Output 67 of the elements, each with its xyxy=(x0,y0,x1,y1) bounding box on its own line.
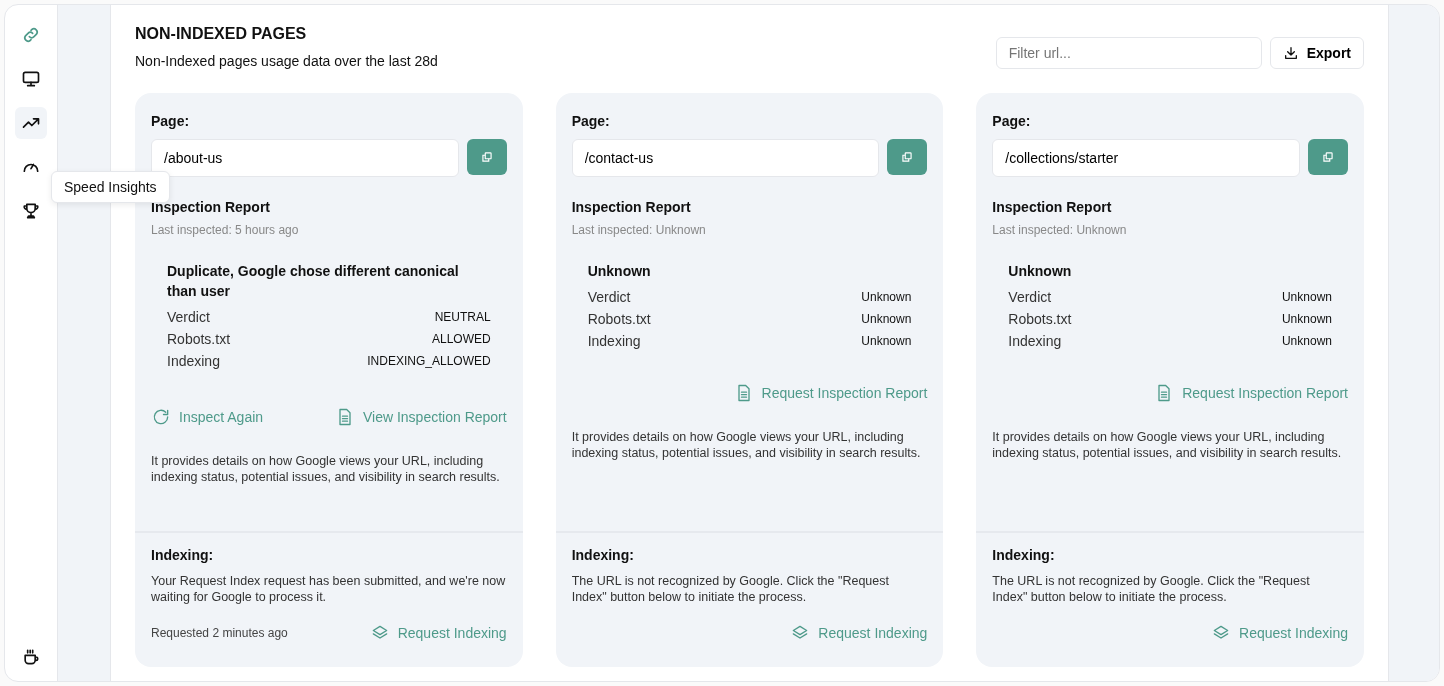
request-indexing-button[interactable]: Request Indexing xyxy=(1211,623,1348,643)
request-indexing-button[interactable]: Request Indexing xyxy=(369,623,507,643)
indexing-text: Your Request Index request has been submitted, and we're now waiting for Google to process it. xyxy=(151,573,507,605)
row-label: Indexing xyxy=(167,353,220,369)
indexing-title: Indexing: xyxy=(151,547,215,563)
refresh-icon xyxy=(151,407,171,427)
action-link[interactable]: Inspect Again xyxy=(151,407,264,427)
page-label: Page: xyxy=(151,113,191,129)
row-value: Unknown xyxy=(1281,312,1332,326)
export-button[interactable]: Export xyxy=(1269,37,1364,69)
description-text: It provides details on how Google views your URL, including indexing status, potential issues, and visibility in search results. xyxy=(571,429,922,461)
status-title: Unknown xyxy=(1008,262,1073,281)
copy-icon xyxy=(900,150,915,164)
last-inspected-text: Last inspected: Unknown xyxy=(992,223,1128,237)
row-label: Verdict xyxy=(1008,289,1052,305)
copy-icon xyxy=(1321,150,1335,164)
requested-time: Requested 2 minutes ago xyxy=(151,626,288,640)
copy-icon xyxy=(479,150,494,164)
indexing-text: The URL is not recognized by Google. Click the "Request Index" button below to initiate the process. xyxy=(571,573,890,605)
copy-button[interactable] xyxy=(887,139,928,175)
row-value: NEUTRAL xyxy=(434,310,491,324)
last-inspected-text: Last inspected: 5 hours ago xyxy=(151,223,300,237)
row-label: Indexing xyxy=(1008,333,1062,349)
url-field[interactable]: /contact-us xyxy=(571,139,880,177)
description-text: It provides details on how Google views your URL, including indexing status, potential issues, and visibility in search results. xyxy=(992,429,1343,461)
row-label: Robots.txt xyxy=(1008,311,1072,327)
row-label: Indexing xyxy=(587,333,641,349)
report-title: Inspection Report xyxy=(992,199,1113,215)
row-value: ALLOWED xyxy=(431,332,491,346)
row-value: Unknown xyxy=(1281,334,1332,348)
trophy-icon xyxy=(21,201,41,221)
action-link[interactable]: Request Inspection Report xyxy=(1154,383,1348,403)
action-link[interactable]: View Inspection Report xyxy=(334,407,507,427)
copy-button[interactable] xyxy=(1308,139,1348,175)
indexing-text: The URL is not recognized by Google. Click the "Request Index" button below to initiate the process. xyxy=(992,573,1311,605)
row-value: Unknown xyxy=(1281,290,1332,304)
monitor-icon xyxy=(21,69,41,89)
page-label: Page: xyxy=(571,113,611,129)
page-label: Page: xyxy=(992,113,1032,129)
row-label: Verdict xyxy=(167,309,210,325)
row-label: Verdict xyxy=(587,289,631,305)
sidebar-button[interactable] xyxy=(15,107,47,139)
report-title: Inspection Report xyxy=(571,199,692,215)
action-link[interactable]: Request Inspection Report xyxy=(733,383,928,403)
indexing-title: Indexing: xyxy=(992,547,1056,563)
request-indexing-button[interactable]: Request Indexing xyxy=(790,623,928,643)
description-text: It provides details on how Google views your URL, including indexing status, potential issues, and visibility in search results. xyxy=(151,453,501,485)
url-field[interactable]: /collections/starter xyxy=(992,139,1300,177)
row-value: Unknown xyxy=(861,334,912,348)
tooltip: Speed Insights xyxy=(51,171,170,203)
page-subtitle: Non-Indexed pages usage data over the last 28d xyxy=(135,53,439,69)
status-title: Duplicate, Google chose different canonical than user xyxy=(167,262,460,301)
row-value: Unknown xyxy=(861,290,912,304)
indexing-title: Indexing: xyxy=(571,547,635,563)
link-icon xyxy=(21,25,41,45)
row-label: Robots.txt xyxy=(587,311,651,327)
filter-field[interactable]: Filter url... xyxy=(995,37,1262,69)
url-field[interactable]: /about-us xyxy=(151,139,459,177)
page-title: NON-INDEXED PAGES xyxy=(135,25,308,43)
last-inspected-text: Last inspected: Unknown xyxy=(571,223,707,237)
copy-button[interactable] xyxy=(466,139,507,175)
row-value: Unknown xyxy=(861,312,912,326)
download-icon xyxy=(1282,45,1299,61)
row-value: INDEXING_ALLOWED xyxy=(367,354,491,368)
row-label: Robots.txt xyxy=(167,331,231,347)
coffee-cup-icon xyxy=(21,647,41,667)
status-title: Unknown xyxy=(587,262,652,281)
